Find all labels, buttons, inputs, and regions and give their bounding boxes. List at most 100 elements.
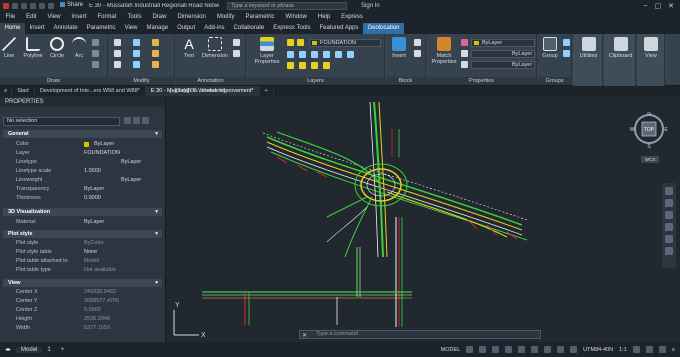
tab-view[interactable]: View: [120, 23, 142, 34]
quick-select-icon[interactable]: [142, 117, 149, 124]
tab-annotate[interactable]: Annotate: [49, 23, 82, 34]
tab-layout-1[interactable]: 1: [42, 347, 55, 353]
table-icon[interactable]: [233, 50, 240, 57]
sun-icon[interactable]: [297, 39, 304, 46]
zoom-icon[interactable]: [665, 211, 673, 219]
ortho-icon[interactable]: [492, 346, 500, 353]
leader-icon[interactable]: [233, 39, 240, 46]
layer-dropdown[interactable]: FOUNDATION: [309, 39, 381, 47]
menu-insert[interactable]: Insert: [66, 14, 92, 20]
bulb-icon[interactable]: [287, 39, 294, 46]
view-button[interactable]: View: [640, 37, 662, 59]
isolate-objects-icon[interactable]: [645, 346, 653, 353]
transparency-icon[interactable]: [544, 346, 552, 353]
color-dropdown[interactable]: ByLayer: [471, 39, 535, 47]
tab-collaborate[interactable]: Collaborate: [229, 23, 269, 34]
layer-walk-icon[interactable]: [323, 62, 330, 69]
palette-icon[interactable]: [461, 39, 468, 46]
osnap-icon[interactable]: [518, 346, 526, 353]
tab-manage[interactable]: Manage: [142, 23, 173, 34]
tab-insert[interactable]: Insert: [25, 23, 49, 34]
model-space-toggle[interactable]: MODEL: [441, 347, 461, 353]
match-properties-button[interactable]: Match Properties: [430, 37, 458, 65]
mirror-icon[interactable]: [133, 50, 140, 57]
clipboard-button[interactable]: Clipboard: [607, 37, 634, 59]
prop-row[interactable]: Color ByLayer: [3, 140, 162, 149]
compass-w[interactable]: W: [630, 127, 635, 133]
compass-n[interactable]: N: [647, 111, 651, 117]
prop-row[interactable]: Plot style ByColor: [3, 239, 162, 248]
steering-wheel-icon[interactable]: [665, 187, 673, 195]
prop-row[interactable]: Linetype scale 1.0000: [3, 167, 162, 176]
close-icon[interactable]: ✕: [668, 2, 674, 10]
layer-thaw-icon[interactable]: [299, 62, 306, 69]
menu-parametric[interactable]: Parametric: [240, 14, 280, 20]
search-input[interactable]: Type a keyword or phrase: [227, 1, 348, 10]
menu-file[interactable]: File: [0, 14, 21, 20]
utilities-group[interactable]: Utilities: [573, 34, 603, 86]
scale-icon[interactable]: [133, 61, 140, 68]
compass-s[interactable]: S: [647, 144, 651, 150]
showmotion-icon[interactable]: [665, 235, 673, 243]
doc-tab-start[interactable]: Start: [12, 86, 35, 96]
view-cube[interactable]: TOP N S E W: [629, 111, 669, 152]
prop-row[interactable]: Width 5377.1550: [3, 324, 162, 333]
layer-lock-icon[interactable]: [323, 51, 330, 58]
gear-icon[interactable]: [632, 346, 640, 353]
copy-icon[interactable]: [114, 50, 121, 57]
prop-row[interactable]: Center X 249330.0462: [3, 288, 162, 297]
open-icon[interactable]: [21, 2, 27, 9]
layer-previous-icon[interactable]: [347, 51, 354, 58]
polyline-button[interactable]: Polyline: [20, 37, 46, 59]
prop-row[interactable]: Plot table attached to Model: [3, 257, 162, 266]
prop-row[interactable]: Center Z 0.0000: [3, 306, 162, 315]
section-plot-style[interactable]: Plot style: [3, 230, 162, 238]
compass-e[interactable]: E: [664, 127, 668, 133]
layer-freeze-icon[interactable]: [311, 51, 318, 58]
utilities-button[interactable]: Utilities: [576, 37, 601, 59]
array-icon[interactable]: [152, 61, 159, 68]
trim-icon[interactable]: [152, 39, 159, 46]
menu-help[interactable]: Help: [312, 14, 335, 20]
prop-row[interactable]: Linetype ByLayer: [3, 158, 162, 167]
annotation-visibility-icon[interactable]: [570, 346, 578, 353]
line-button[interactable]: Line: [0, 37, 20, 59]
layer-off-icon[interactable]: [287, 51, 294, 58]
share-button[interactable]: Share: [60, 2, 83, 9]
ungroup-icon[interactable]: [563, 39, 570, 46]
pan-icon[interactable]: [665, 199, 673, 207]
group-edit-icon[interactable]: [563, 50, 570, 57]
layer-properties-button[interactable]: Layer Properties: [252, 37, 282, 65]
view-cube-top[interactable]: TOP: [644, 127, 655, 133]
orbit-icon[interactable]: [665, 223, 673, 231]
fillet-icon[interactable]: [152, 50, 159, 57]
save-icon[interactable]: [30, 2, 36, 9]
maximize-icon[interactable]: ▢: [655, 2, 662, 10]
tab-geolocation[interactable]: Geolocation: [363, 23, 405, 34]
text-button[interactable]: A Text: [178, 37, 200, 59]
prop-row[interactable]: Lineweight ByLayer: [3, 176, 162, 185]
toggle-pickadd-icon[interactable]: [124, 117, 131, 124]
menu-express[interactable]: Express: [336, 14, 369, 20]
layer-unlock-icon[interactable]: [311, 62, 318, 69]
navbar-options-icon[interactable]: [665, 247, 673, 255]
doc-tab-development[interactable]: Development of Inte...ers W58 and W88*: [35, 86, 146, 96]
tab-add-ins[interactable]: Add-ins: [200, 23, 229, 34]
dimension-button[interactable]: Dimension: [200, 37, 230, 59]
command-close-icon[interactable]: ✕: [302, 332, 307, 339]
prop-row[interactable]: Plot table type Not available: [3, 266, 162, 275]
section-view[interactable]: View: [3, 279, 162, 287]
insert-button[interactable]: Insert: [388, 37, 410, 59]
lineweight-toggle-icon[interactable]: [531, 346, 539, 353]
menu-draw[interactable]: Draw: [147, 14, 172, 20]
layer-isolate-icon[interactable]: [299, 51, 306, 58]
section-3d-visualization[interactable]: 3D Visualization: [3, 208, 162, 216]
tab-output[interactable]: Output: [173, 23, 200, 34]
annotation-scale[interactable]: 1:1: [619, 347, 627, 353]
minimize-icon[interactable]: –: [644, 2, 648, 10]
linetype-dropdown[interactable]: ByLayer: [471, 61, 535, 69]
create-block-icon[interactable]: [414, 39, 421, 46]
menu-view[interactable]: View: [42, 14, 66, 20]
menu-icon[interactable]: ≡: [0, 86, 13, 96]
drawing-canvas[interactable]: Y X: [167, 97, 680, 342]
